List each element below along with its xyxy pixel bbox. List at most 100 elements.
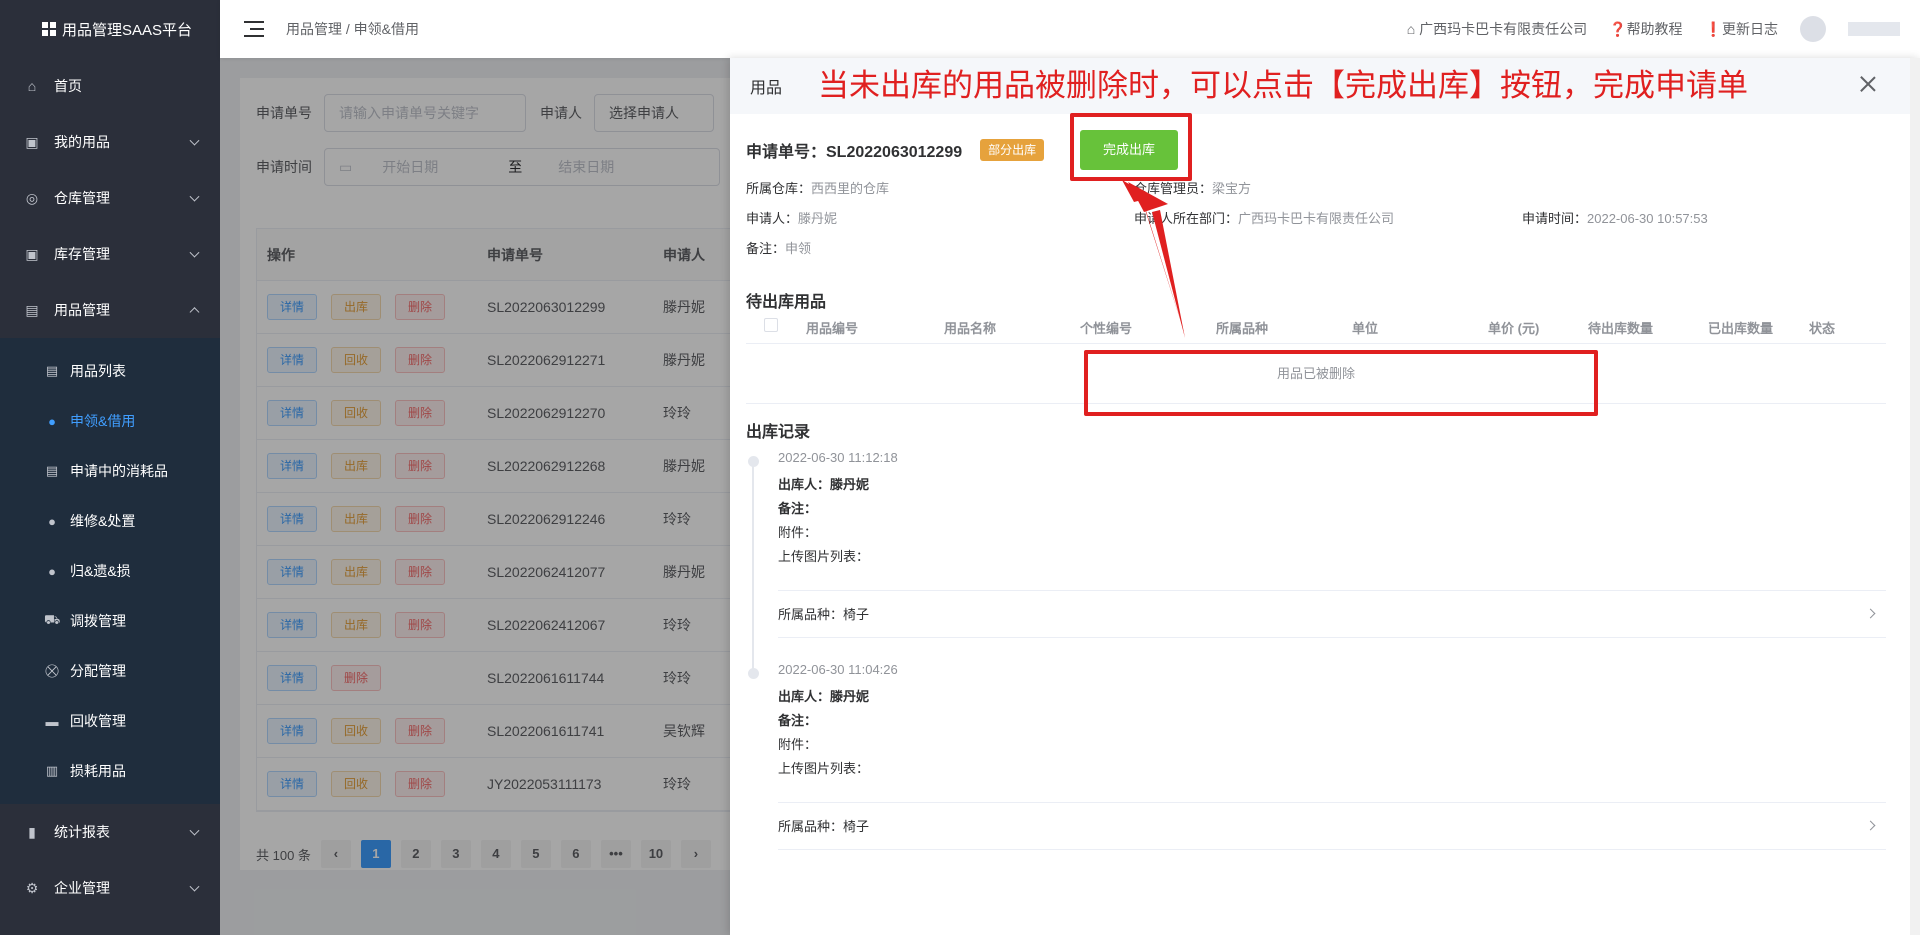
clipboard-icon: ▤	[45, 363, 59, 378]
changelog-label: 更新日志	[1722, 21, 1778, 37]
kind-label: 所属品种：	[778, 607, 844, 622]
chevron-down-icon	[189, 247, 200, 258]
close-icon[interactable]	[1858, 74, 1878, 94]
sub-label: 申请中的消耗品	[70, 463, 168, 479]
records-title: 出库记录	[746, 424, 811, 441]
status-badge: 部分出库	[980, 139, 1045, 161]
col-item-no: 用品编号	[806, 321, 859, 336]
drive-icon: ▬	[45, 713, 59, 729]
menu-label: 首页	[54, 78, 82, 94]
record-kind-row[interactable]: 所属品种：椅子	[778, 590, 1886, 638]
menu-item-home[interactable]: ⌂ 首页	[0, 58, 220, 114]
menu-label: 用品管理	[54, 302, 110, 318]
sub-label: 归&遗&损	[70, 563, 131, 579]
kind-value: 椅子	[843, 607, 870, 622]
kind-value: 椅子	[843, 819, 870, 834]
app-logo[interactable]: 用品管理SAAS平台	[0, 0, 220, 58]
submenu: ▤ 用品列表 ● 申领&借用 ▤ 申请中的消耗品 ● 维修&处置 ● 归&遗&损 ⛟ 调拨管…	[0, 338, 220, 804]
sub-label: 回收管理	[70, 713, 126, 729]
page-scrollbar[interactable]	[1910, 58, 1920, 935]
help-label: 帮助教程	[1626, 21, 1683, 37]
timeline-line	[752, 462, 754, 672]
chevron-up-icon	[189, 307, 200, 318]
remark-label: 备注：	[746, 241, 786, 256]
help-link[interactable]: ❓帮助教程	[1609, 19, 1682, 39]
sub-item-loss[interactable]: ▥ 损耗用品	[0, 746, 220, 796]
kind-label: 所属品种：	[778, 819, 844, 834]
cart-icon: ⛒	[45, 663, 59, 678]
topbar-right: ⌂ 广西玛卡巴卡有限责任公司 ❓帮助教程 ❗更新日志	[1407, 0, 1900, 58]
applicant-value: 滕丹妮	[798, 211, 838, 226]
applicant-info: 申请人：滕丹妮	[746, 208, 837, 227]
remark-label: 备注：	[778, 501, 818, 516]
select-all-checkbox[interactable]	[764, 318, 778, 332]
warehouse-info: 所属仓库：西西里的仓库	[746, 178, 889, 197]
record-attachment: 附件：	[778, 737, 818, 752]
time-label: 申请时间：	[1522, 211, 1588, 226]
pending-table-header: 用品编号 用品名称 个性编号 所属品种 单位 单价 (元) 待出库数量 已出库数…	[746, 308, 1886, 344]
menu-label: 企业管理	[54, 880, 110, 896]
menu-label: 我的用品	[54, 134, 110, 150]
sub-item-recycle[interactable]: ▬ 回收管理	[0, 696, 220, 746]
app-title: 用品管理SAAS平台	[62, 21, 193, 39]
menu-item-reports[interactable]: ▮ 统计报表	[0, 804, 220, 860]
dept-info: 申请人所在部门：广西玛卡巴卡有限责任公司	[1134, 208, 1394, 227]
sub-item-allocate[interactable]: ⛒ 分配管理	[0, 646, 220, 696]
company-name: 广西玛卡巴卡有限责任公司	[1419, 21, 1588, 37]
menu-toggle-icon[interactable]	[244, 21, 264, 37]
avatar[interactable]	[1800, 16, 1826, 42]
sub-label: 用品列表	[70, 363, 126, 379]
username-blurred[interactable]	[1848, 22, 1900, 36]
menu-item-enterprise[interactable]: ⚙ 企业管理	[0, 860, 220, 916]
sub-item-repair[interactable]: ● 维修&处置	[0, 496, 220, 546]
manager-info: 仓库管理员：梁宝方	[1134, 178, 1251, 197]
menu-label: 统计报表	[54, 824, 110, 840]
database-icon: ◎	[25, 189, 39, 206]
warehouse-value: 西西里的仓库	[811, 181, 890, 196]
record-time: 2022-06-30 11:04:26	[778, 662, 898, 677]
col-done-qty: 已出库数量	[1708, 321, 1774, 336]
menu-item-inventory[interactable]: ▣ 库存管理	[0, 226, 220, 282]
sub-label: 损耗用品	[70, 763, 126, 779]
home-icon: ⌂	[1406, 21, 1420, 37]
inbox-icon: ▤	[25, 301, 39, 318]
menu-item-warehouse[interactable]: ◎ 仓库管理	[0, 170, 220, 226]
sub-item-apply-borrow[interactable]: ● 申领&借用	[0, 396, 220, 446]
user-icon: ●	[48, 513, 56, 529]
question-icon: ❓	[1609, 21, 1627, 37]
col-unit: 单位	[1352, 321, 1379, 336]
time-info: 申请时间：2022-06-30 10:57:53	[1522, 208, 1708, 227]
col-pending-qty: 待出库数量	[1588, 321, 1654, 336]
sub-label: 维修&处置	[70, 513, 136, 529]
truck-icon: ⛟	[44, 612, 61, 627]
trash-icon: ▥	[45, 763, 59, 778]
manager-label: 仓库管理员：	[1134, 181, 1213, 196]
timeline-item: 2022-06-30 11:12:18 出库人：滕丹妮 备注： 附件： 上传图片…	[778, 450, 1886, 638]
sub-item-transfer[interactable]: ⛟ 调拨管理	[0, 596, 220, 646]
sub-item-item-list[interactable]: ▤ 用品列表	[0, 346, 220, 396]
chevron-down-icon	[189, 825, 200, 836]
menu-label: 仓库管理	[54, 190, 110, 206]
remark-label: 备注：	[778, 713, 818, 728]
breadcrumb: 用品管理 / 申领&借用	[286, 21, 420, 37]
gear-icon: ⚙	[25, 879, 39, 896]
record-time: 2022-06-30 11:12:18	[778, 450, 898, 465]
changelog-link[interactable]: ❗更新日志	[1705, 19, 1778, 39]
record-kind-row[interactable]: 所属品种：椅子	[778, 802, 1886, 850]
chevron-right-icon	[1865, 608, 1876, 619]
sidebar: 用品管理SAAS平台 ⌂ 首页 ▣ 我的用品 ◎ 仓库管理 ▣ 库存管理 ▤ 用品管理 ▤…	[0, 0, 220, 935]
chevron-down-icon	[189, 881, 200, 892]
sub-item-consumables[interactable]: ▤ 申请中的消耗品	[0, 446, 220, 496]
record-images: 上传图片列表：	[778, 761, 870, 776]
col-item-name: 用品名称	[944, 321, 997, 336]
sub-item-return[interactable]: ● 归&遗&损	[0, 546, 220, 596]
grid-icon	[42, 22, 56, 36]
menu-item-my-items[interactable]: ▣ 我的用品	[0, 114, 220, 170]
menu-item-items[interactable]: ▤ 用品管理	[0, 282, 220, 338]
record-images: 上传图片列表：	[778, 549, 870, 564]
clipboard-icon: ▤	[45, 463, 59, 478]
drawer-title: 用品	[750, 80, 783, 97]
timeline-dot	[748, 668, 759, 679]
record-operator: 出库人：滕丹妮	[778, 685, 1886, 709]
company-link[interactable]: ⌂ 广西玛卡巴卡有限责任公司	[1407, 19, 1587, 39]
